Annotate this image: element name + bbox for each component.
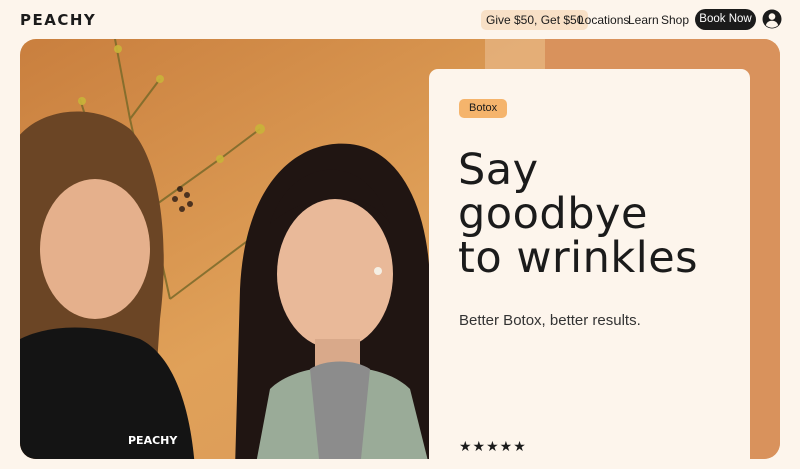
top-nav: PEACHY Give $50, Get $50 Locations Learn… (0, 0, 800, 38)
referral-promo-link[interactable]: Give $50, Get $50 (481, 10, 589, 30)
hero-card: Botox Say goodbye to wrinkles Better Bot… (429, 69, 750, 469)
category-tag: Botox (459, 99, 508, 118)
user-circle-icon[interactable] (762, 9, 782, 29)
rating-stars: ★★★★★ (459, 438, 527, 454)
nav-link-shop[interactable]: Shop (661, 10, 689, 30)
nav-link-locations[interactable]: Locations (578, 10, 629, 30)
nav-link-learn[interactable]: Learn (628, 10, 659, 30)
shirt-logo-text: PEACHY (128, 434, 178, 447)
hero-subheadline: Better Botox, better results. (459, 312, 641, 329)
book-now-button[interactable]: Book Now (695, 9, 756, 30)
peachy-logo[interactable]: PEACHY (20, 11, 96, 29)
hero-headline: Say goodbye to wrinkles (458, 145, 699, 283)
